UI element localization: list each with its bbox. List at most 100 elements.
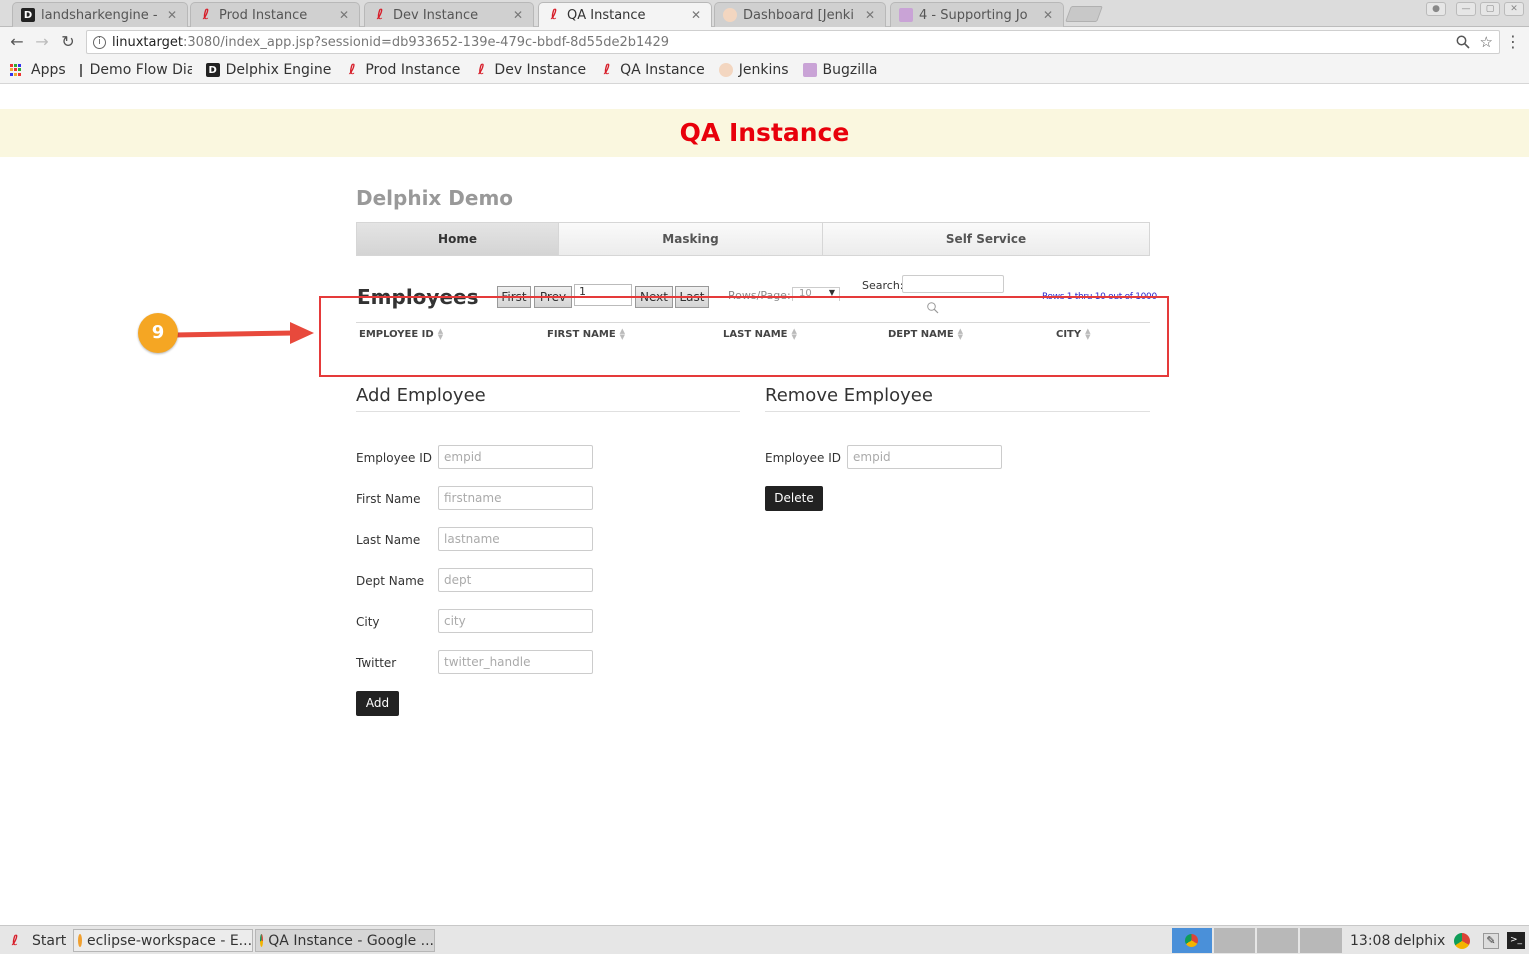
add-employee-id-field[interactable]: empid	[438, 445, 593, 469]
tab-jenkins-dashboard[interactable]: Dashboard [Jenki ✕	[714, 2, 886, 27]
step-callout-badge: 9	[138, 313, 178, 353]
first-name-field[interactable]: firstname	[438, 486, 593, 510]
menu-kebab-icon[interactable]: ⋮	[1502, 31, 1524, 53]
tab-title: landsharkengine -	[41, 7, 158, 23]
taskbar-chrome-qa[interactable]: QA Instance - Google ...	[255, 929, 435, 952]
employee-id-label: Employee ID	[356, 451, 433, 465]
search-label: Search:	[862, 279, 904, 292]
reload-icon[interactable]: ↻	[57, 31, 79, 53]
delphix-icon: ℓ	[349, 62, 356, 78]
bookmark-jenkins[interactable]: Jenkins	[718, 62, 789, 78]
bookmark-apps[interactable]: Apps	[10, 62, 66, 78]
profile-icon[interactable]: ●	[1426, 2, 1446, 16]
last-name-field[interactable]: lastname	[438, 527, 593, 551]
delete-button[interactable]: Delete	[765, 486, 823, 511]
remove-employee-id-label: Employee ID	[765, 451, 842, 465]
tab-self-service[interactable]: Self Service	[823, 223, 1149, 255]
add-button[interactable]: Add	[356, 691, 399, 716]
delphix-icon: ℓ	[478, 62, 485, 78]
minimize-icon[interactable]: —	[1456, 2, 1476, 16]
remove-employee-id-field[interactable]: empid	[847, 445, 1002, 469]
bookmark-prod-instance[interactable]: ℓ Prod Instance	[345, 62, 460, 78]
terminal-icon[interactable]: >_	[1503, 929, 1525, 952]
star-icon[interactable]: ☆	[1480, 33, 1493, 51]
add-employee-heading: Add Employee	[356, 385, 486, 406]
taskbar-eclipse[interactable]: eclipse-workspace - E...	[73, 929, 253, 952]
browser-tab-bar: D landsharkengine - ✕ ℓ Prod Instance ✕ …	[0, 0, 1529, 27]
zoom-icon[interactable]	[1456, 35, 1470, 49]
tab-qa-instance[interactable]: ℓ QA Instance ✕	[538, 2, 712, 27]
delphix-icon: ℓ	[11, 932, 19, 949]
username: delphix	[1394, 932, 1446, 949]
tab-title: Dashboard [Jenki	[743, 7, 854, 23]
chrome-icon	[260, 934, 264, 947]
tab-title: QA Instance	[567, 7, 646, 23]
delphix-d-icon: D	[21, 8, 35, 22]
twitter-field[interactable]: twitter_handle	[438, 650, 593, 674]
bugzilla-icon	[802, 63, 817, 77]
delphix-icon: ℓ	[550, 7, 558, 23]
new-tab-button[interactable]	[1065, 6, 1103, 22]
chrome-icon[interactable]	[1450, 929, 1470, 952]
start-button[interactable]: ℓ Start	[4, 929, 70, 952]
bookmark-qa-instance[interactable]: ℓ QA Instance	[600, 62, 705, 78]
bookmark-delphix-engine[interactable]: D Delphix Engine	[205, 62, 331, 78]
browser-toolbar: ← → ↻ i linuxtarget:3080/index_app.jsp?s…	[0, 27, 1529, 57]
tab-landsharkengine[interactable]: D landsharkengine - ✕	[12, 2, 188, 27]
city-field[interactable]: city	[438, 609, 593, 633]
tab-dev-instance[interactable]: ℓ Dev Instance ✕	[364, 2, 534, 27]
chrome-tray-icon[interactable]	[1172, 928, 1212, 953]
close-icon[interactable]: ✕	[165, 8, 179, 22]
bookmark-demo-flow[interactable]: Demo Flow Dia	[79, 62, 192, 78]
tab-home[interactable]: Home	[357, 223, 559, 255]
info-icon[interactable]: i	[93, 35, 106, 49]
tab-prod-instance[interactable]: ℓ Prod Instance ✕	[190, 2, 360, 27]
eclipse-icon	[78, 934, 82, 947]
start-label: Start	[32, 932, 67, 949]
url-path: :3080/index_app.jsp?sessionid=db933652-1…	[182, 34, 670, 50]
bookmark-label: Bugzilla	[822, 62, 878, 78]
annotation-highlight-box	[319, 296, 1169, 377]
tab-supporting-jobs[interactable]: 4 - Supporting Jo ✕	[890, 2, 1064, 27]
close-icon[interactable]: ✕	[337, 8, 351, 22]
section-divider	[765, 411, 1150, 412]
delphix-icon: ℓ	[603, 62, 611, 78]
editor-icon[interactable]: ✎	[1479, 929, 1499, 952]
tab-masking[interactable]: Masking	[559, 223, 823, 255]
instance-banner: QA Instance	[0, 109, 1529, 157]
task-label: QA Instance - Google ...	[268, 932, 434, 949]
workspace-2[interactable]	[1257, 928, 1298, 953]
bookmark-label: Dev Instance	[494, 62, 587, 78]
close-icon[interactable]: ✕	[689, 8, 703, 22]
main-nav-tabs: Home Masking Self Service	[356, 222, 1150, 256]
window-close-icon[interactable]: ✕	[1504, 2, 1524, 16]
address-bar[interactable]: i linuxtarget:3080/index_app.jsp?session…	[86, 30, 1500, 54]
bookmark-dev-instance[interactable]: ℓ Dev Instance	[474, 62, 586, 78]
url-host: linuxtarget	[112, 34, 183, 50]
remove-employee-heading: Remove Employee	[765, 385, 933, 406]
dept-name-label: Dept Name	[356, 574, 425, 588]
page-content: QA Instance Delphix Demo Home Masking Se…	[0, 85, 1529, 925]
dept-name-field[interactable]: dept	[438, 568, 593, 592]
apps-grid-icon	[10, 63, 23, 77]
tab-title: Prod Instance	[219, 7, 308, 23]
bookmark-bugzilla[interactable]: Bugzilla	[802, 62, 878, 78]
bookmark-label: Demo Flow Dia	[89, 62, 192, 78]
bookmark-label: Jenkins	[738, 62, 789, 78]
clock: 13:08	[1350, 932, 1391, 949]
search-input[interactable]	[902, 275, 1004, 293]
close-icon[interactable]: ✕	[511, 8, 525, 22]
back-arrow-icon[interactable]: ←	[6, 31, 28, 53]
maximize-icon[interactable]: ▢	[1480, 2, 1500, 16]
close-icon[interactable]: ✕	[863, 8, 877, 22]
bookmarks-bar: Apps Demo Flow Dia D Delphix Engine ℓ Pr…	[0, 57, 1529, 84]
last-name-label: Last Name	[356, 533, 421, 547]
tab-title: Dev Instance	[393, 7, 479, 23]
bookmark-label: QA Instance	[620, 62, 705, 78]
workspace-3[interactable]	[1300, 928, 1342, 953]
forward-arrow-icon[interactable]: →	[31, 31, 53, 53]
close-icon[interactable]: ✕	[1041, 8, 1055, 22]
twitter-label: Twitter	[356, 656, 397, 670]
jenkins-icon	[718, 63, 733, 77]
workspace-1[interactable]	[1214, 928, 1255, 953]
